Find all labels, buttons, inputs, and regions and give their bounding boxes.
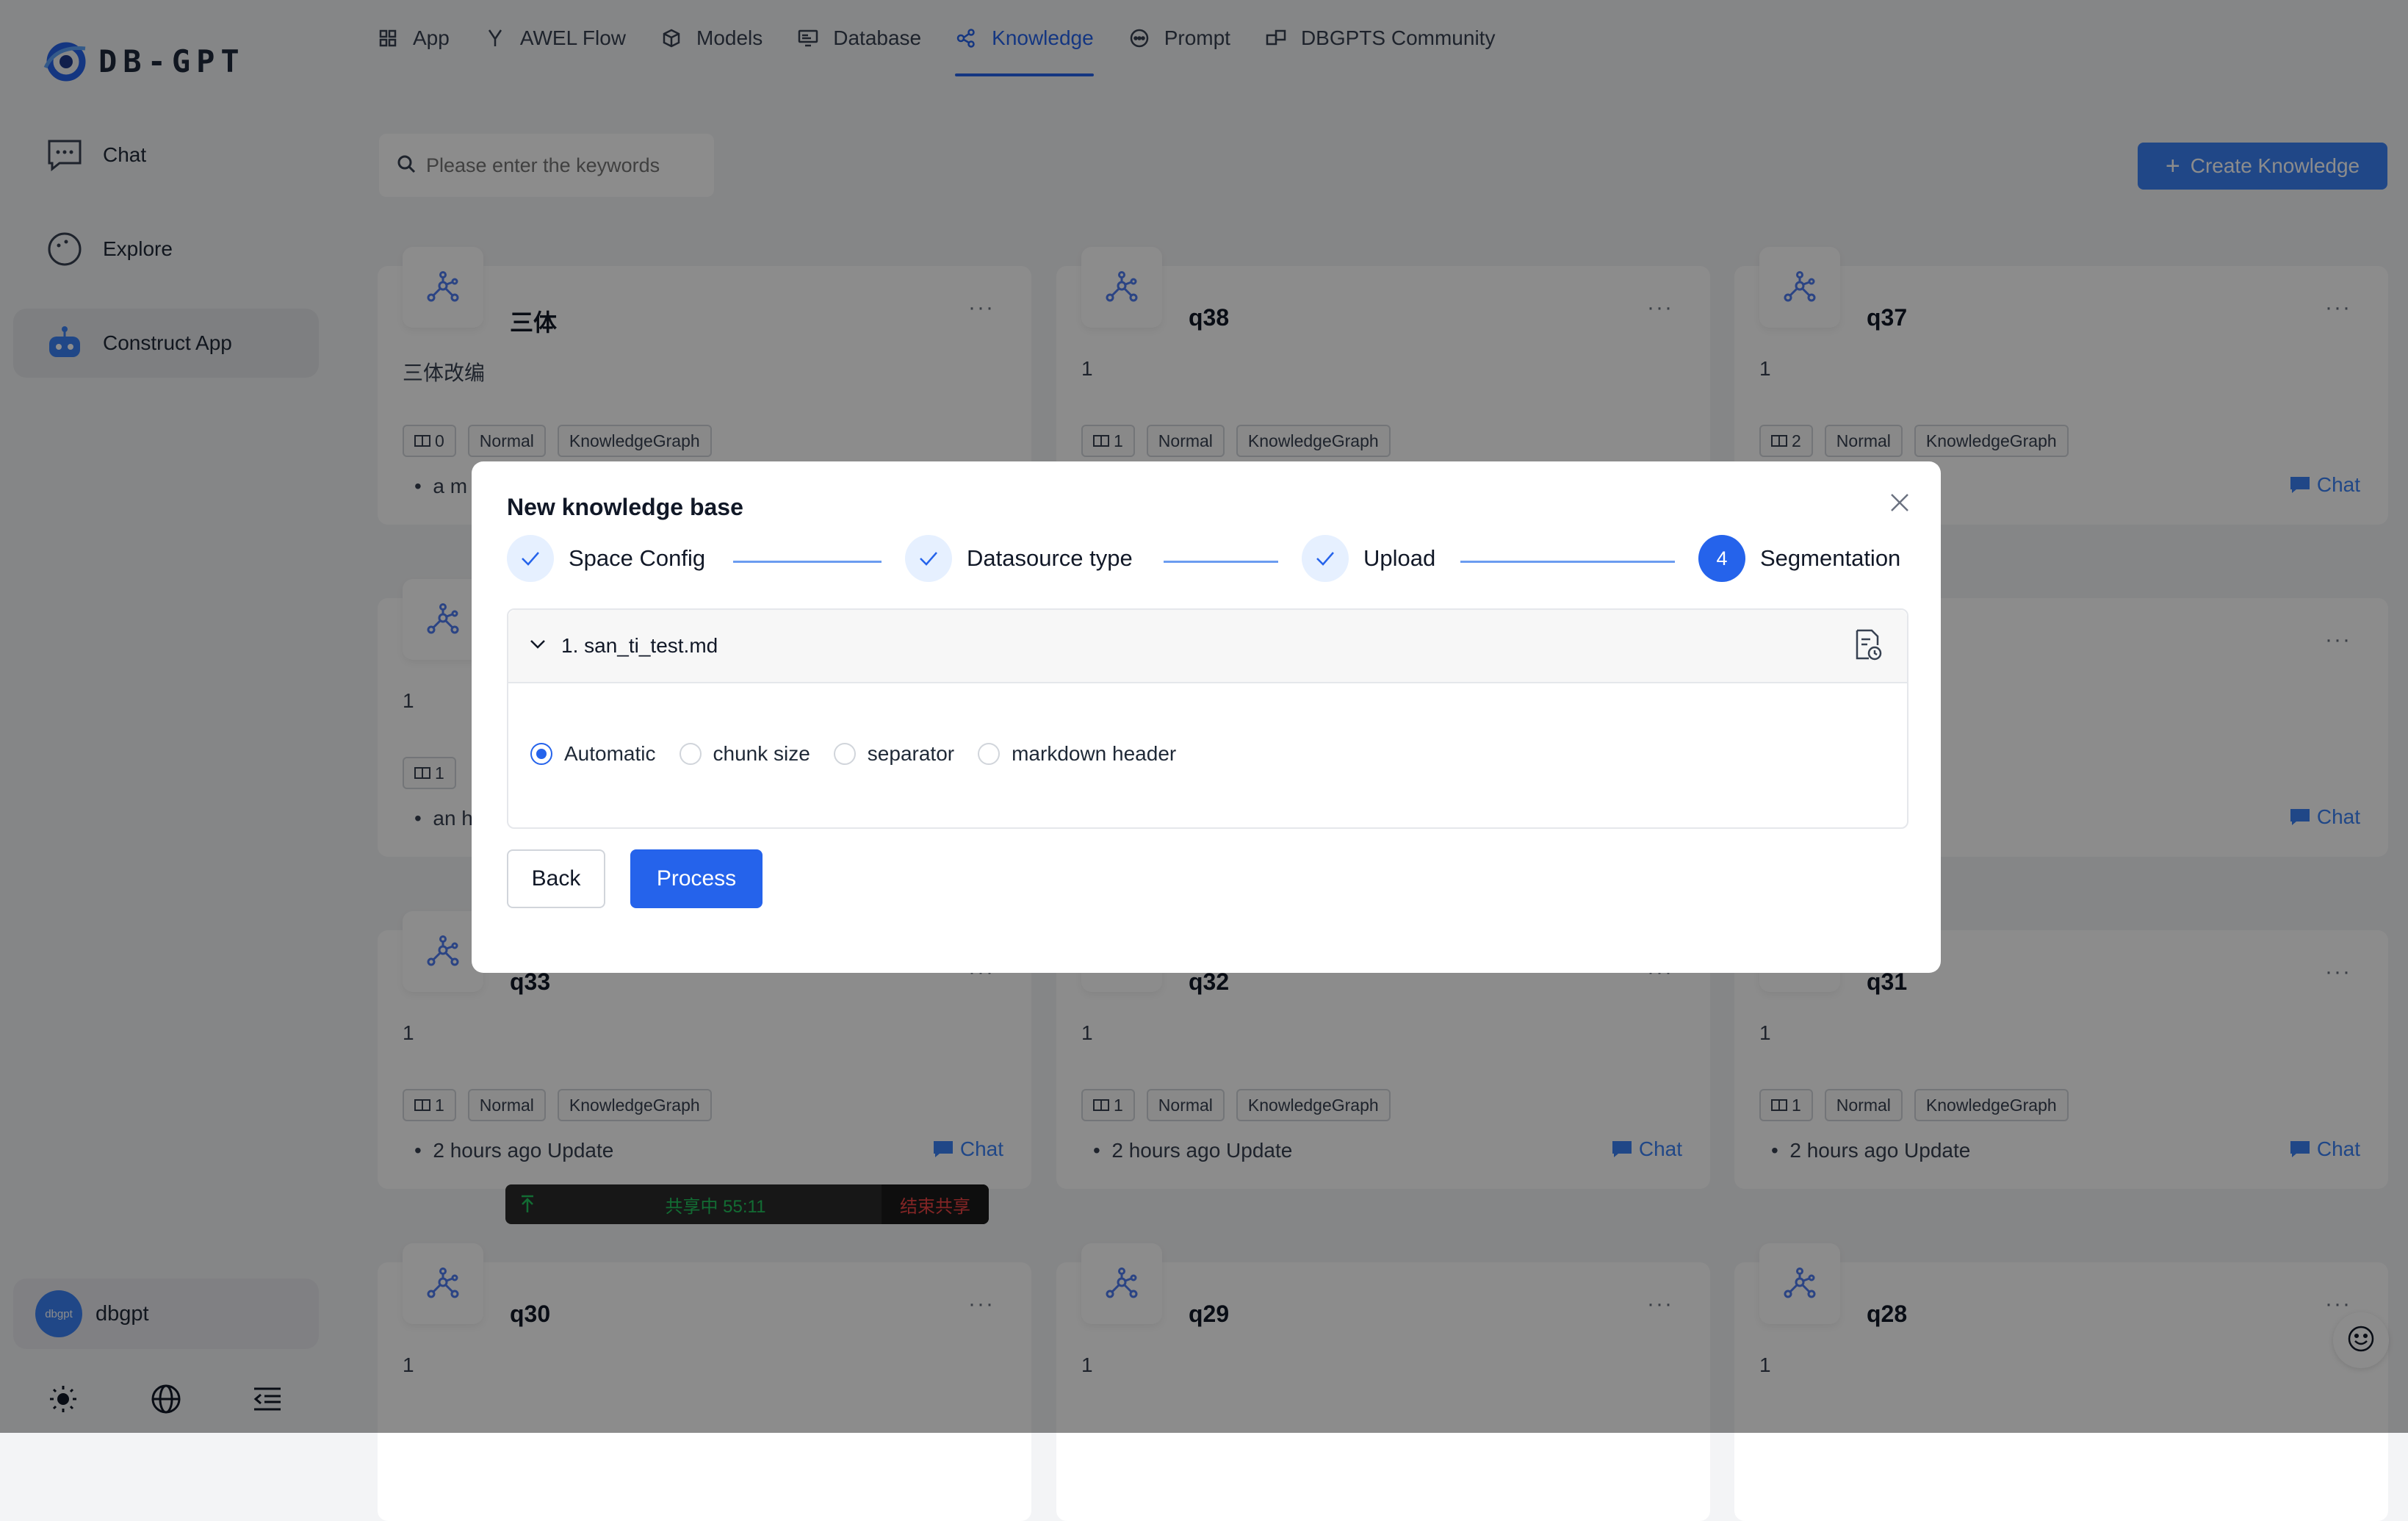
radio-dot[interactable]	[679, 743, 702, 765]
radio-chunk-size[interactable]: chunk size	[679, 742, 810, 766]
file-panel: 1. san_ti_test.md Automatic chunk size s…	[507, 608, 1908, 829]
radio-label: markdown header	[1012, 742, 1177, 765]
check-icon	[1302, 535, 1349, 582]
step-label: Segmentation	[1760, 545, 1901, 571]
radio-label: Automatic	[564, 742, 656, 765]
step-label: Datasource type	[967, 545, 1133, 571]
step-segmentation: 4 Segmentation	[1698, 535, 1900, 582]
file-history-icon[interactable]	[1854, 629, 1882, 665]
step-label: Upload	[1363, 545, 1436, 571]
step-datasource-type: Datasource type	[905, 535, 1133, 582]
radio-dot[interactable]	[833, 743, 856, 765]
step-connector	[1164, 561, 1278, 563]
segmentation-options: Automatic chunk size separator markdown …	[530, 742, 1200, 766]
radio-dot[interactable]	[530, 743, 552, 765]
process-button[interactable]: Process	[630, 849, 763, 908]
step-connector	[733, 561, 882, 563]
check-icon	[905, 535, 952, 582]
file-name: 1. san_ti_test.md	[561, 634, 718, 657]
step-label: Space Config	[569, 545, 706, 571]
chevron-down-icon[interactable]	[529, 639, 547, 654]
check-icon	[507, 535, 554, 582]
step-connector	[1460, 561, 1675, 563]
step-upload: Upload	[1302, 535, 1435, 582]
close-icon[interactable]	[1885, 488, 1914, 517]
radio-markdown-header[interactable]: markdown header	[978, 742, 1176, 766]
new-knowledge-modal: New knowledge base Space Config Datasour…	[472, 461, 1941, 973]
radio-label: separator	[867, 742, 955, 765]
back-button[interactable]: Back	[507, 849, 605, 908]
file-panel-header[interactable]: 1. san_ti_test.md	[508, 610, 1907, 683]
radio-dot[interactable]	[978, 743, 1001, 765]
radio-automatic[interactable]: Automatic	[530, 742, 656, 766]
step-number: 4	[1698, 535, 1745, 582]
radio-separator[interactable]: separator	[833, 742, 955, 766]
radio-label: chunk size	[713, 742, 810, 765]
modal-title: New knowledge base	[507, 494, 743, 520]
step-space-config: Space Config	[507, 535, 705, 582]
